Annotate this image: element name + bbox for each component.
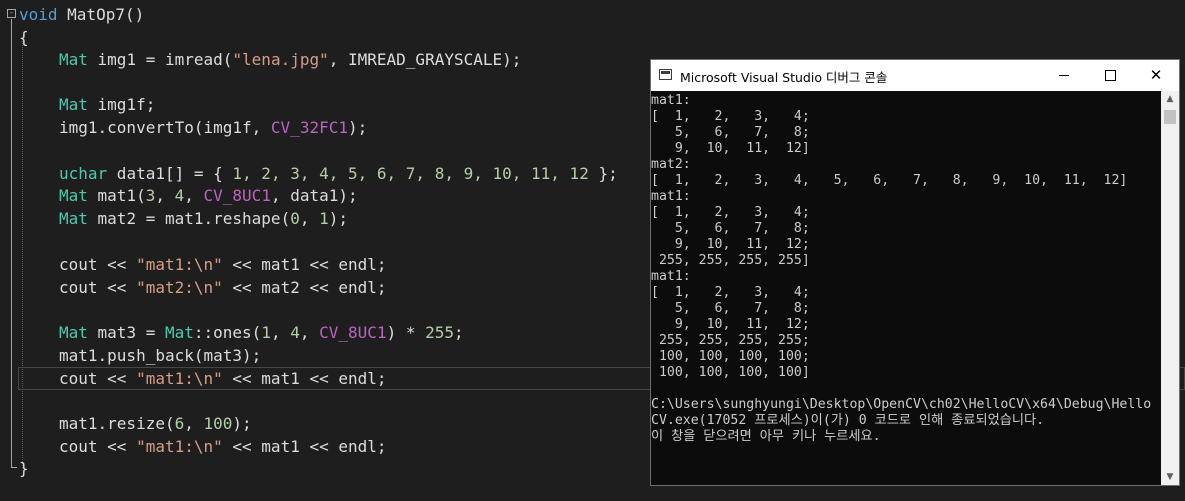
console-output-line: [ 1, 2, 3, 4; bbox=[651, 205, 810, 220]
console-output-area[interactable]: mat1:[ 1, 2, 3, 4; 5, 6, 7, 8; 9, 10, 11… bbox=[651, 91, 1161, 485]
indent-guide bbox=[22, 38, 23, 468]
code-line-convertto[interactable]: img1.convertTo(img1f, CV_32FC1); bbox=[59, 117, 367, 139]
console-output-line: mat1: bbox=[651, 269, 691, 284]
console-output-line: CV.exe(17052 프로세스)이(가) 0 코드로 인해 종료되었습니다. bbox=[651, 413, 1045, 428]
scroll-down-arrow-icon[interactable]: ▼ bbox=[1161, 469, 1179, 485]
maximize-button[interactable] bbox=[1087, 60, 1133, 91]
scrollbar-thumb[interactable] bbox=[1164, 110, 1176, 124]
minimize-button[interactable] bbox=[1041, 60, 1087, 91]
code-line-cout-mat1[interactable]: cout << "mat1:\n" << mat1 << endl; bbox=[59, 254, 387, 276]
code-line-push-back[interactable]: mat1.push_back(mat3); bbox=[59, 345, 261, 367]
console-output-text: mat1:[ 1, 2, 3, 4; 5, 6, 7, 8; 9, 10, 11… bbox=[651, 91, 1161, 445]
console-output-line: [ 1, 2, 3, 4; bbox=[651, 285, 810, 300]
code-line-mat1-decl[interactable]: Mat mat1(3, 4, CV_8UC1, data1); bbox=[59, 185, 358, 207]
console-output-line: 9, 10, 11, 12; bbox=[651, 237, 810, 252]
code-line-resize[interactable]: mat1.resize(6, 100); bbox=[59, 413, 252, 435]
console-output-line: 이 창을 닫으려면 아무 키나 누르세요. bbox=[651, 429, 881, 444]
maximize-icon bbox=[1104, 70, 1116, 81]
debug-console-window[interactable]: Microsoft Visual Studio 디버그 콘솔 ✕ mat1:[ … bbox=[650, 59, 1180, 486]
code-line-imread[interactable]: Mat img1 = imread("lena.jpg", IMREAD_GRA… bbox=[59, 49, 521, 71]
console-output-line: C:\Users\sunghyungi\Desktop\OpenCV\ch02\… bbox=[651, 397, 1152, 412]
console-titlebar[interactable]: Microsoft Visual Studio 디버그 콘솔 ✕ bbox=[651, 60, 1179, 91]
console-output-line: 5, 6, 7, 8; bbox=[651, 221, 810, 236]
console-app-icon bbox=[659, 69, 672, 80]
code-line-cout-mat2[interactable]: cout << "mat2:\n" << mat2 << endl; bbox=[59, 277, 387, 299]
code-line-close-brace[interactable]: } bbox=[19, 458, 29, 480]
console-output-line: 5, 6, 7, 8; bbox=[651, 125, 810, 140]
close-button[interactable]: ✕ bbox=[1133, 60, 1179, 91]
code-line-function-signature[interactable]: void MatOp7() bbox=[19, 4, 144, 26]
console-output-line: mat1: bbox=[651, 93, 691, 108]
console-output-line: 5, 6, 7, 8; bbox=[651, 301, 810, 316]
console-output-line: mat2: bbox=[651, 157, 691, 172]
console-output-line: [ 1, 2, 3, 4, 5, 6, 7, 8, 9, 10, 11, 12] bbox=[651, 173, 1128, 188]
code-line-img1f-decl[interactable]: Mat img1f; bbox=[59, 94, 155, 116]
console-output-line: 9, 10, 11, 12; bbox=[651, 317, 810, 332]
collapse-region-icon[interactable]: - bbox=[7, 9, 16, 18]
console-output-line: 255, 255, 255, 255] bbox=[651, 253, 810, 268]
console-output-line: 100, 100, 100, 100; bbox=[651, 349, 810, 364]
minimize-icon bbox=[1059, 75, 1069, 76]
code-line-cout-mat1-current[interactable]: cout << "mat1:\n" << mat1 << endl; bbox=[59, 368, 387, 390]
code-line-open-brace[interactable]: { bbox=[19, 27, 29, 49]
close-icon: ✕ bbox=[1149, 66, 1163, 84]
code-line-cout-mat1-final[interactable]: cout << "mat1:\n" << mat1 << endl; bbox=[59, 436, 387, 458]
scroll-up-arrow-icon[interactable]: ▲ bbox=[1161, 91, 1179, 107]
console-output-line: 9, 10, 11, 12] bbox=[651, 141, 810, 156]
code-line-mat3-ones[interactable]: Mat mat3 = Mat::ones(1, 4, CV_8UC1) * 25… bbox=[59, 322, 464, 344]
window-title: Microsoft Visual Studio 디버그 콘솔 bbox=[680, 70, 888, 85]
fold-region-end bbox=[11, 467, 17, 468]
console-output-line: [ 1, 2, 3, 4; bbox=[651, 109, 810, 124]
console-output-line: 255, 255, 255, 255; bbox=[651, 333, 810, 348]
code-line-data1-array[interactable]: uchar data1[] = { 1, 2, 3, 4, 5, 6, 7, 8… bbox=[59, 163, 618, 185]
code-line-mat2-reshape[interactable]: Mat mat2 = mat1.reshape(0, 1); bbox=[59, 208, 348, 230]
console-output-line: 100, 100, 100, 100] bbox=[651, 365, 810, 380]
console-output-line: mat1: bbox=[651, 189, 691, 204]
fold-region-line bbox=[11, 19, 12, 468]
console-scrollbar[interactable]: ▲ ▼ bbox=[1161, 91, 1179, 485]
